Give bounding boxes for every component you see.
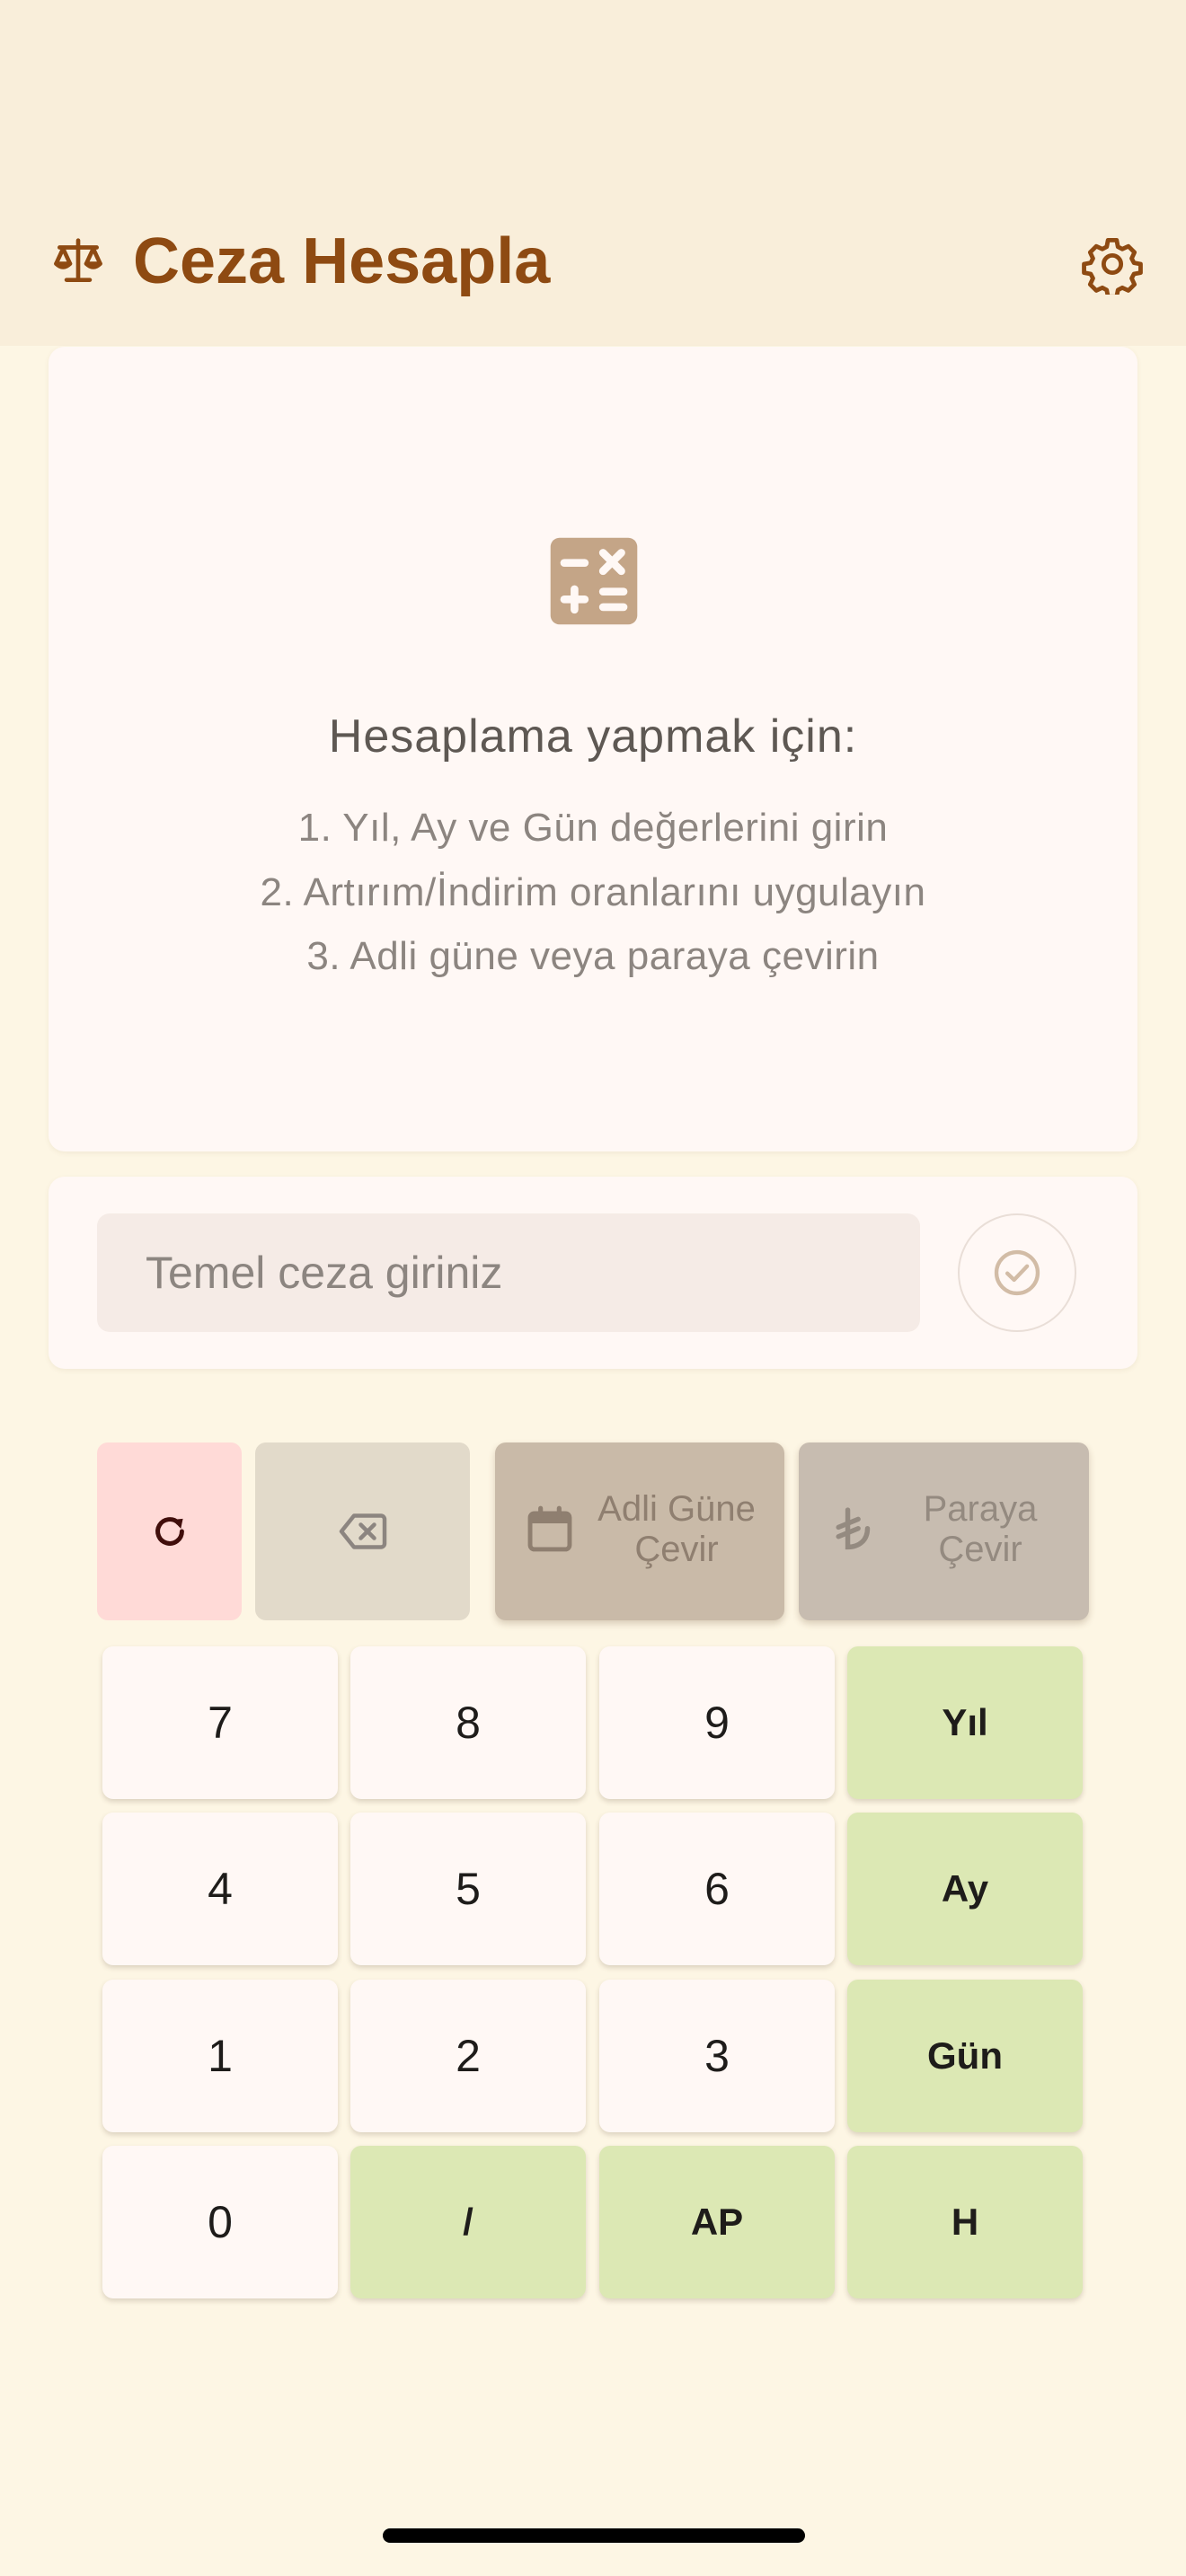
convert-to-days-label: Adli Güne Çevir bbox=[597, 1489, 756, 1569]
settings-button[interactable] bbox=[1075, 226, 1150, 302]
app-title: Ceza Hesapla bbox=[133, 225, 551, 297]
calendar-icon bbox=[527, 1505, 572, 1552]
instruction-step-2: 2. Artırım/İndirim oranlarını uygulayın bbox=[260, 870, 926, 914]
key-year[interactable]: Yıl bbox=[847, 1646, 1083, 1799]
key-fraction[interactable]: / bbox=[350, 2146, 586, 2298]
key-month[interactable]: Ay bbox=[847, 1813, 1083, 1965]
convert-to-money-label: Paraya Çevir bbox=[923, 1489, 1038, 1569]
home-indicator bbox=[383, 2528, 805, 2543]
convert-to-money-button[interactable]: Paraya Çevir bbox=[799, 1442, 1089, 1620]
gear-icon bbox=[1082, 237, 1143, 295]
key-6[interactable]: 6 bbox=[599, 1813, 835, 1965]
key-8[interactable]: 8 bbox=[350, 1646, 586, 1799]
base-penalty-input[interactable] bbox=[97, 1213, 920, 1332]
confirm-button[interactable] bbox=[958, 1213, 1076, 1332]
key-2[interactable]: 2 bbox=[350, 1980, 586, 2132]
key-day[interactable]: Gün bbox=[847, 1980, 1083, 2132]
key-4[interactable]: 4 bbox=[102, 1813, 338, 1965]
backspace-icon bbox=[339, 1513, 386, 1549]
key-5[interactable]: 5 bbox=[350, 1813, 586, 1965]
key-7[interactable]: 7 bbox=[102, 1646, 338, 1799]
instruction-step-3: 3. Adli güne veya paraya çevirin bbox=[306, 934, 880, 978]
scale-balance-icon bbox=[54, 238, 102, 282]
convert-to-days-button[interactable]: Adli Güne Çevir bbox=[495, 1442, 784, 1620]
reset-button[interactable] bbox=[97, 1442, 242, 1620]
instructions-heading: Hesaplama yapmak için: bbox=[328, 710, 858, 763]
key-1[interactable]: 1 bbox=[102, 1980, 338, 2132]
check-circle-icon bbox=[994, 1249, 1040, 1296]
key-9[interactable]: 9 bbox=[599, 1646, 835, 1799]
lira-icon bbox=[836, 1507, 871, 1550]
refresh-icon bbox=[155, 1517, 184, 1546]
calculator-icon bbox=[550, 537, 638, 625]
key-3[interactable]: 3 bbox=[599, 1980, 835, 2132]
key-ap[interactable]: AP bbox=[599, 2146, 835, 2298]
app-bar: Ceza Hesapla bbox=[0, 0, 1186, 346]
key-0[interactable]: 0 bbox=[102, 2146, 338, 2298]
backspace-button[interactable] bbox=[255, 1442, 470, 1620]
key-h[interactable]: H bbox=[847, 2146, 1083, 2298]
instruction-step-1: 1. Yıl, Ay ve Gün değerlerini girin bbox=[297, 806, 889, 850]
